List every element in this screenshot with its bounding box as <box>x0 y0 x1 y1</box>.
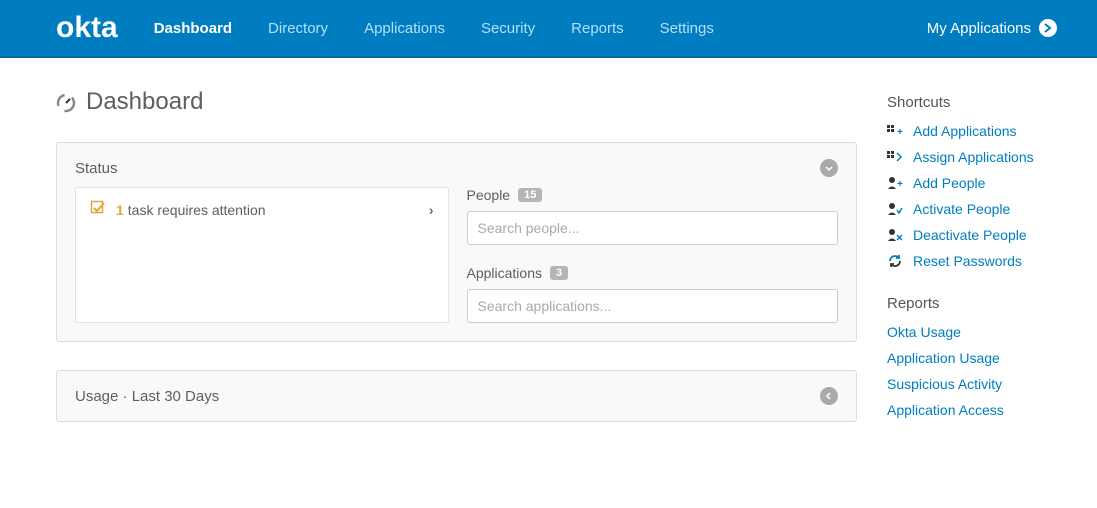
shortcut-add-people[interactable]: + Add People <box>887 175 1057 191</box>
nav-directory[interactable]: Directory <box>268 20 328 37</box>
arrow-right-circle-icon <box>1039 19 1057 37</box>
tasks-box: 1 task requires attention › <box>75 187 449 323</box>
person-check-icon <box>887 202 903 216</box>
shortcut-activate-people[interactable]: Activate People <box>887 201 1057 217</box>
usage-panel-header: Usage · Last 30 Days <box>57 371 856 421</box>
report-label: Okta Usage <box>887 324 961 340</box>
report-okta-usage[interactable]: Okta Usage <box>887 324 1057 340</box>
nav-dashboard[interactable]: Dashboard <box>154 20 232 37</box>
shortcut-add-applications[interactable]: + Add Applications <box>887 123 1057 139</box>
report-label: Application Access <box>887 402 1004 418</box>
usage-panel: Usage · Last 30 Days <box>56 370 857 422</box>
person-plus-icon: + <box>887 176 903 190</box>
svg-text:+: + <box>897 127 903 138</box>
shortcut-reset-passwords[interactable]: Reset Passwords <box>887 253 1057 269</box>
nav-applications[interactable]: Applications <box>364 20 445 37</box>
grid-arrow-icon <box>887 150 903 164</box>
grid-plus-icon: + <box>887 124 903 138</box>
attention-icon <box>90 200 106 219</box>
collapse-toggle[interactable] <box>820 387 838 405</box>
brand-logo: okta <box>56 11 118 45</box>
shortcut-deactivate-people[interactable]: Deactivate People <box>887 227 1057 243</box>
my-applications-link[interactable]: My Applications <box>927 19 1057 37</box>
search-applications-input[interactable] <box>467 289 839 323</box>
shortcut-label: Assign Applications <box>913 149 1034 165</box>
chevron-left-icon <box>824 391 834 401</box>
report-suspicious-activity[interactable]: Suspicious Activity <box>887 376 1057 392</box>
shortcut-assign-applications[interactable]: Assign Applications <box>887 149 1057 165</box>
report-application-usage[interactable]: Application Usage <box>887 350 1057 366</box>
primary-nav: Dashboard Directory Applications Securit… <box>154 20 927 37</box>
task-text: task requires attention <box>128 202 429 218</box>
applications-count-badge: 3 <box>550 266 568 280</box>
report-label: Suspicious Activity <box>887 376 1002 392</box>
person-x-icon <box>887 228 903 242</box>
people-label: People <box>467 187 511 203</box>
report-label: Application Usage <box>887 350 1000 366</box>
report-application-access[interactable]: Application Access <box>887 402 1057 418</box>
shortcut-list: + Add Applications Assign Applications +… <box>887 123 1057 269</box>
chevron-down-icon <box>824 163 834 173</box>
status-panel-title: Status <box>75 160 118 177</box>
shortcut-label: Deactivate People <box>913 227 1027 243</box>
my-applications-label: My Applications <box>927 20 1031 37</box>
right-sidebar: Shortcuts + Add Applications Assign Appl… <box>887 88 1057 450</box>
shortcuts-heading: Shortcuts <box>887 94 1057 111</box>
top-nav: okta Dashboard Directory Applications Se… <box>0 0 1097 58</box>
shortcut-label: Activate People <box>913 201 1010 217</box>
people-section: People 15 <box>467 187 839 245</box>
reports-heading: Reports <box>887 295 1057 312</box>
task-row[interactable]: 1 task requires attention › <box>76 188 448 231</box>
applications-section: Applications 3 <box>467 265 839 323</box>
search-people-input[interactable] <box>467 211 839 245</box>
status-panel-header: Status <box>57 143 856 187</box>
collapse-toggle[interactable] <box>820 159 838 177</box>
task-count: 1 <box>116 202 124 218</box>
nav-security[interactable]: Security <box>481 20 535 37</box>
shortcut-label: Add Applications <box>913 123 1017 139</box>
usage-panel-title: Usage · Last 30 Days <box>75 388 219 405</box>
people-count-badge: 15 <box>518 188 542 202</box>
nav-settings[interactable]: Settings <box>660 20 714 37</box>
svg-text:+: + <box>897 179 903 190</box>
chevron-right-icon: › <box>429 202 434 218</box>
refresh-icon <box>887 254 903 268</box>
reports-list: Okta Usage Application Usage Suspicious … <box>887 324 1057 418</box>
applications-label: Applications <box>467 265 543 281</box>
nav-reports[interactable]: Reports <box>571 20 624 37</box>
dashboard-icon <box>56 92 76 112</box>
page-title: Dashboard <box>56 88 857 116</box>
status-panel: Status 1 task requires attention › <box>56 142 857 342</box>
page-title-text: Dashboard <box>86 88 203 116</box>
shortcut-label: Reset Passwords <box>913 253 1022 269</box>
shortcut-label: Add People <box>913 175 985 191</box>
